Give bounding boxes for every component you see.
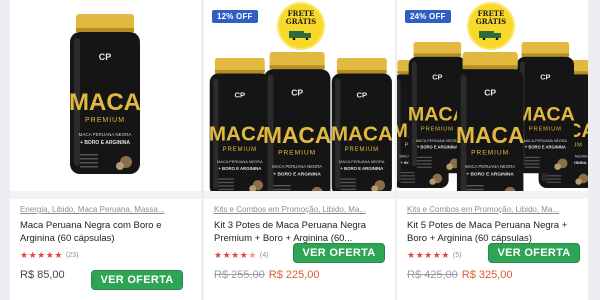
half-star-icon: ★ [248, 250, 257, 260]
price-block: R$ 425,00 R$ 325,00 [407, 268, 513, 282]
svg-text:PREMIUM: PREMIUM [85, 117, 125, 124]
svg-text:+ BORO E ARGININA: + BORO E ARGININA [80, 140, 130, 146]
frete-gratis-badge: FRETE GRÁTIS [469, 4, 513, 48]
current-price: R$ 325,00 [461, 269, 513, 281]
svg-text:MACA: MACA [69, 89, 141, 116]
price-block: R$ 255,00 R$ 225,00 [214, 268, 320, 282]
ver-oferta-button[interactable]: VER OFERTA [91, 270, 183, 290]
star-icon: ★ [231, 250, 240, 260]
star-icon: ★ [45, 250, 54, 260]
divider [204, 191, 395, 199]
star-icon: ★ [407, 250, 416, 260]
svg-text:MACA PERUANA NEGRA: MACA PERUANA NEGRA [416, 139, 460, 143]
rating-count: (5) [452, 251, 462, 259]
product-image[interactable]: CP MACAPREMIUM MACA PERUANA NEGRA + BORO E … [10, 0, 201, 191]
svg-text:MACA PERUANA NEGRA: MACA PERUANA NEGRA [524, 139, 568, 143]
ver-oferta-button[interactable]: VER OFERTA [488, 243, 580, 263]
svg-text:PREMIUM: PREMIUM [278, 150, 316, 157]
truck-icon [479, 31, 501, 40]
old-price: R$ 255,00 [214, 269, 265, 281]
rating-stars: ★ ★ ★ ★ ★ (5) [407, 250, 461, 260]
star-icon: ★ [222, 250, 231, 260]
svg-text:MACA: MACA [516, 104, 575, 126]
svg-text:MACA PERUANA NEGRA: MACA PERUANA NEGRA [79, 132, 132, 137]
svg-text:CP: CP [99, 52, 112, 62]
product-title[interactable]: Maca Peruana Negra com Boro e Arginina (… [20, 219, 192, 245]
star-icon: ★ [239, 250, 248, 260]
current-price: R$ 225,00 [268, 269, 320, 281]
product-category-link[interactable]: Kits e Combos em Promoção, Libido, Ma... [407, 205, 579, 214]
star-icon: ★ [441, 250, 450, 260]
svg-text:CP: CP [484, 88, 496, 98]
old-price: R$ 425,00 [407, 269, 458, 281]
truck-icon [289, 31, 311, 40]
svg-text:+ BORO E ARGININA: + BORO E ARGININA [417, 145, 458, 150]
svg-text:MACA: MACA [331, 123, 393, 146]
svg-text:CP: CP [234, 91, 245, 100]
rating-stars: ★ ★ ★ ★ ★ (4) [214, 250, 268, 260]
svg-text:CP: CP [291, 88, 303, 98]
star-icon: ★ [432, 250, 441, 260]
ver-oferta-button[interactable]: VER OFERTA [293, 243, 385, 263]
discount-badge: 24% OFF [405, 10, 451, 23]
svg-text:CP: CP [356, 91, 367, 100]
rating-count: (4) [259, 251, 269, 259]
svg-text:PREMIUM: PREMIUM [223, 147, 257, 153]
star-icon: ★ [37, 250, 46, 260]
svg-text:CP: CP [540, 73, 550, 82]
star-icon: ★ [214, 250, 223, 260]
product-category-link[interactable]: Kits e Combos em Promoção, Libido, Ma... [214, 205, 386, 214]
svg-text:MACA: MACA [263, 122, 331, 148]
svg-text:+ BORO E ARGININA: + BORO E ARGININA [340, 166, 383, 171]
svg-text:MACA PERUANA NEGRA: MACA PERUANA NEGRA [217, 159, 263, 164]
product-image[interactable]: CPMACAPREMIUMMACA PERUANA NEGRA+ BORO E … [204, 0, 395, 191]
supplement-jar-image: CP MACAPREMIUM MACA PERUANA NEGRA + BORO E … [69, 14, 141, 174]
svg-text:MACA: MACA [209, 123, 271, 146]
product-category-link[interactable]: Energia, Libido, Maca Peruana, Massa... [20, 205, 192, 214]
product-image[interactable]: CPMACAPREMIUMMACA PERUANA NEGRA+ BORO E … [397, 0, 588, 191]
frete-gratis-badge: FRETE GRÁTIS [279, 4, 323, 48]
price-block: R$ 85,00 [20, 268, 65, 282]
product-title[interactable]: Kit 5 Potes de Maca Peruana Negra + Boro… [407, 219, 579, 245]
star-icon: ★ [424, 250, 433, 260]
gratis-label: GRÁTIS [285, 17, 317, 26]
svg-text:+ BORO E ARGININA: + BORO E ARGININA [466, 172, 514, 178]
divider [10, 191, 201, 199]
gratis-label: GRÁTIS [475, 17, 507, 26]
svg-text:PREMIUM: PREMIUM [421, 127, 454, 133]
star-icon: ★ [20, 250, 29, 260]
svg-text:PREMIUM: PREMIUM [529, 127, 562, 133]
product-card[interactable]: CPMACAPREMIUMMACA PERUANA NEGRA+ BORO E … [204, 0, 395, 300]
rating-count: (23) [65, 251, 79, 259]
svg-text:MACA: MACA [456, 122, 524, 148]
product-title[interactable]: Kit 3 Potes de Maca Peruana Negra Premiu… [214, 219, 386, 245]
svg-text:+ BORO E ARGININA: + BORO E ARGININA [218, 166, 261, 171]
svg-text:PREMIUM: PREMIUM [345, 147, 379, 153]
svg-text:CP: CP [432, 73, 442, 82]
product-card[interactable]: CPMACAPREMIUMMACA PERUANA NEGRA+ BORO E … [397, 0, 588, 300]
svg-text:MACA PERUANA NEGRA: MACA PERUANA NEGRA [272, 164, 322, 169]
rating-stars: ★ ★ ★ ★ ★ (23) [20, 250, 78, 260]
svg-text:+ BORO E ARGININA: + BORO E ARGININA [273, 172, 321, 178]
svg-text:+ BORO E ARGININA: + BORO E ARGININA [525, 145, 566, 150]
star-icon: ★ [28, 250, 37, 260]
svg-text:MACA PERUANA NEGRA: MACA PERUANA NEGRA [339, 159, 385, 164]
product-card[interactable]: CP MACAPREMIUM MACA PERUANA NEGRA + BORO E … [10, 0, 201, 300]
discount-badge: 12% OFF [212, 10, 258, 23]
star-icon: ★ [415, 250, 424, 260]
current-price: R$ 85,00 [20, 269, 65, 281]
divider [397, 191, 588, 199]
svg-text:PREMIUM: PREMIUM [471, 150, 509, 157]
star-icon: ★ [54, 250, 63, 260]
svg-text:MACA PERUANA NEGRA: MACA PERUANA NEGRA [465, 164, 515, 169]
